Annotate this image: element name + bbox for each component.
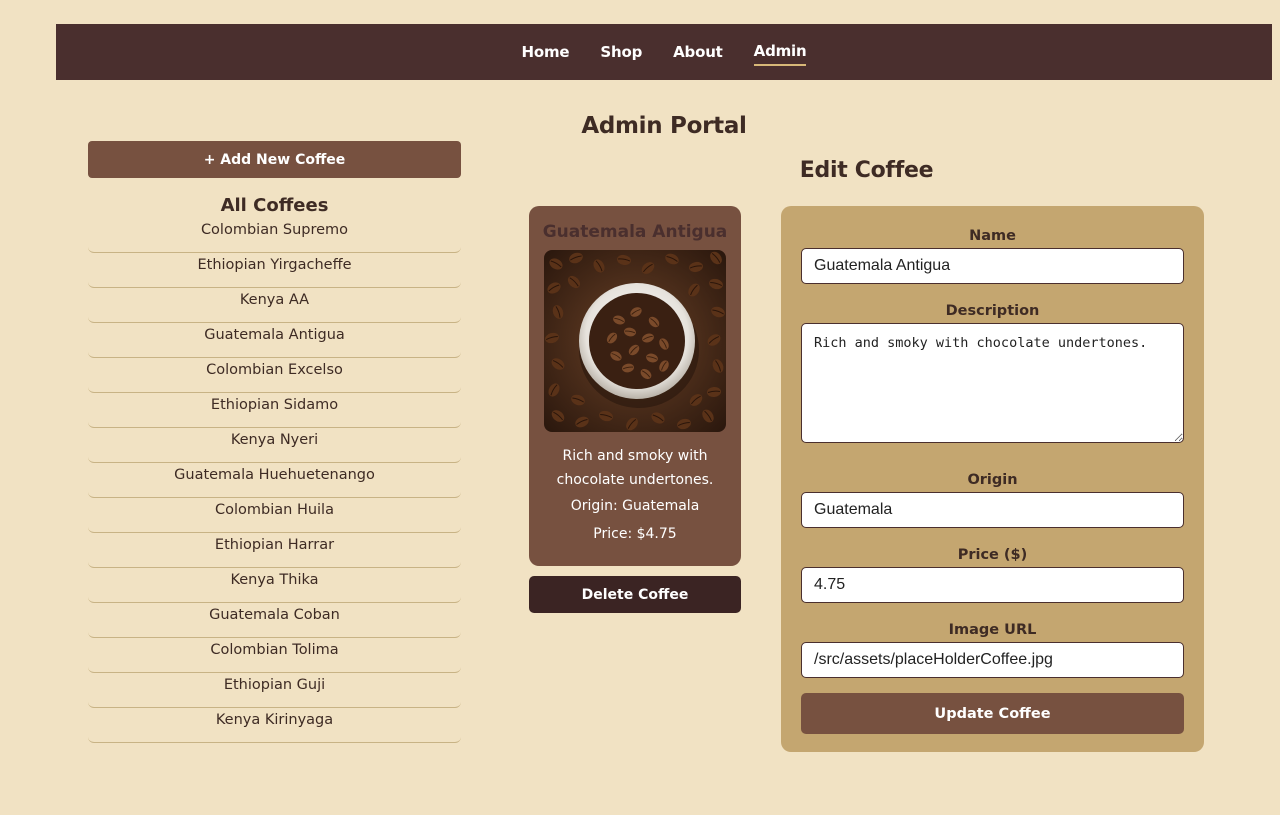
image-url-field-group: Image URL <box>801 618 1184 678</box>
preview-coffee-name: Guatemala Antigua <box>542 222 728 242</box>
coffee-list-item[interactable]: Guatemala Coban <box>88 603 461 638</box>
coffee-beans-image <box>544 250 726 432</box>
coffee-list-item[interactable]: Colombian Tolima <box>88 638 461 673</box>
coffee-preview-card: Guatemala Antigua Rich and smoky with ch… <box>529 206 741 566</box>
page-title: Admin Portal <box>581 113 747 139</box>
coffee-list-item[interactable]: Colombian Supremo <box>88 218 461 253</box>
coffee-sidebar: + Add New Coffee All Coffees Colombian S… <box>88 141 461 743</box>
name-input[interactable] <box>801 248 1184 284</box>
coffee-list-item[interactable]: Kenya Nyeri <box>88 428 461 463</box>
coffee-list-item[interactable]: Guatemala Huehuetenango <box>88 463 461 498</box>
origin-label: Origin <box>967 472 1018 488</box>
edit-coffee-heading: Edit Coffee <box>799 158 934 183</box>
top-navbar: Home Shop About Admin <box>56 24 1272 80</box>
description-textarea[interactable]: Rich and smoky with chocolate undertones… <box>801 323 1184 443</box>
name-field-group: Name <box>801 224 1184 284</box>
description-label: Description <box>945 303 1040 319</box>
coffee-list-item[interactable]: Kenya Thika <box>88 568 461 603</box>
coffee-list: Colombian Supremo Ethiopian Yirgacheffe … <box>88 218 461 743</box>
coffee-list-item[interactable]: Ethiopian Guji <box>88 673 461 708</box>
coffee-list-item[interactable]: Kenya AA <box>88 288 461 323</box>
name-label: Name <box>969 228 1016 244</box>
coffee-list-item[interactable]: Guatemala Antigua <box>88 323 461 358</box>
nav-about-link[interactable]: About <box>673 39 723 65</box>
price-label: Price ($) <box>957 547 1028 563</box>
nav-admin-link[interactable]: Admin <box>753 38 807 66</box>
coffee-list-item[interactable]: Colombian Huila <box>88 498 461 533</box>
price-input[interactable] <box>801 567 1184 603</box>
delete-coffee-button[interactable]: Delete Coffee <box>529 576 741 613</box>
edit-coffee-form: Name Description Rich and smoky with cho… <box>781 206 1204 752</box>
preview-description: Rich and smoky with chocolate undertones… <box>556 448 714 488</box>
coffee-list-item[interactable]: Colombian Excelso <box>88 358 461 393</box>
preview-price: Price: $4.75 <box>593 526 677 542</box>
coffee-list-item[interactable]: Ethiopian Harrar <box>88 533 461 568</box>
all-coffees-heading: All Coffees <box>220 195 329 216</box>
coffee-list-item[interactable]: Ethiopian Sidamo <box>88 393 461 428</box>
price-field-group: Price ($) <box>801 543 1184 603</box>
coffee-list-item[interactable]: Ethiopian Yirgacheffe <box>88 253 461 288</box>
nav-shop-link[interactable]: Shop <box>600 39 642 65</box>
image-url-input[interactable] <box>801 642 1184 678</box>
coffee-list-item[interactable]: Kenya Kirinyaga <box>88 708 461 743</box>
origin-input[interactable] <box>801 492 1184 528</box>
origin-field-group: Origin <box>801 468 1184 528</box>
description-field-group: Description Rich and smoky with chocolat… <box>801 299 1184 447</box>
image-url-label: Image URL <box>948 622 1037 638</box>
preview-origin: Origin: Guatemala <box>570 498 700 514</box>
nav-home-link[interactable]: Home <box>522 39 570 65</box>
add-new-coffee-button[interactable]: + Add New Coffee <box>88 141 461 178</box>
update-coffee-button[interactable]: Update Coffee <box>801 693 1184 734</box>
